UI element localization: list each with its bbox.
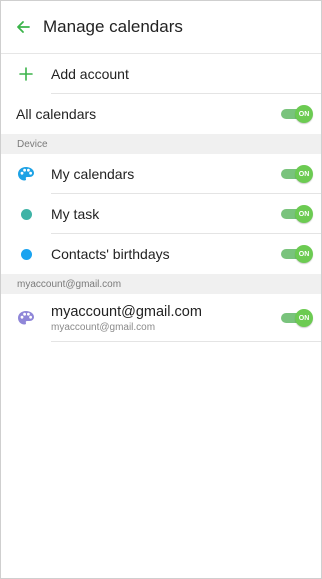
account-name: myaccount@gmail.com <box>51 303 202 320</box>
add-account-button[interactable]: Add account <box>1 54 321 94</box>
calendar-toggle-account[interactable]: ON <box>281 309 313 327</box>
calendar-toggle-my-calendars[interactable]: ON <box>281 165 313 183</box>
dot-icon <box>20 248 32 260</box>
calendar-row-my-task[interactable]: My task ON <box>1 194 321 234</box>
back-button[interactable] <box>3 1 43 53</box>
page-title: Manage calendars <box>43 17 183 36</box>
all-calendars-row[interactable]: All calendars ON <box>1 94 321 134</box>
section-header-device: Device <box>1 134 321 154</box>
add-account-label: Add account <box>51 66 129 82</box>
dot-icon <box>20 208 32 220</box>
screen: Manage calendars Add account All calenda… <box>0 0 322 579</box>
section-header-account: myaccount@gmail.com <box>1 274 321 294</box>
account-email: myaccount@gmail.com <box>51 321 156 333</box>
plus-icon <box>19 67 33 81</box>
all-calendars-toggle[interactable]: ON <box>281 105 313 123</box>
add-icon-container <box>1 67 51 81</box>
calendar-label: Contacts' birthdays <box>51 246 170 262</box>
calendar-toggle-my-task[interactable]: ON <box>281 205 313 223</box>
calendar-label: My task <box>51 206 100 222</box>
calendar-row-contacts-birthdays[interactable]: Contacts' birthdays ON <box>1 234 321 274</box>
toggle-knob: ON <box>295 105 313 123</box>
calendar-label: My calendars <box>51 166 135 182</box>
palette-icon <box>18 167 34 181</box>
account-text: myaccount@gmail.com myaccount@gmail.com <box>51 304 281 333</box>
calendar-toggle-contacts-birthdays[interactable]: ON <box>281 245 313 263</box>
all-calendars-label: All calendars <box>16 106 97 122</box>
app-bar: Manage calendars <box>1 1 321 54</box>
calendar-row-account[interactable]: myaccount@gmail.com myaccount@gmail.com … <box>1 294 321 342</box>
back-arrow-icon <box>17 21 30 33</box>
palette-icon <box>18 311 34 325</box>
calendar-row-my-calendars[interactable]: My calendars ON <box>1 154 321 194</box>
